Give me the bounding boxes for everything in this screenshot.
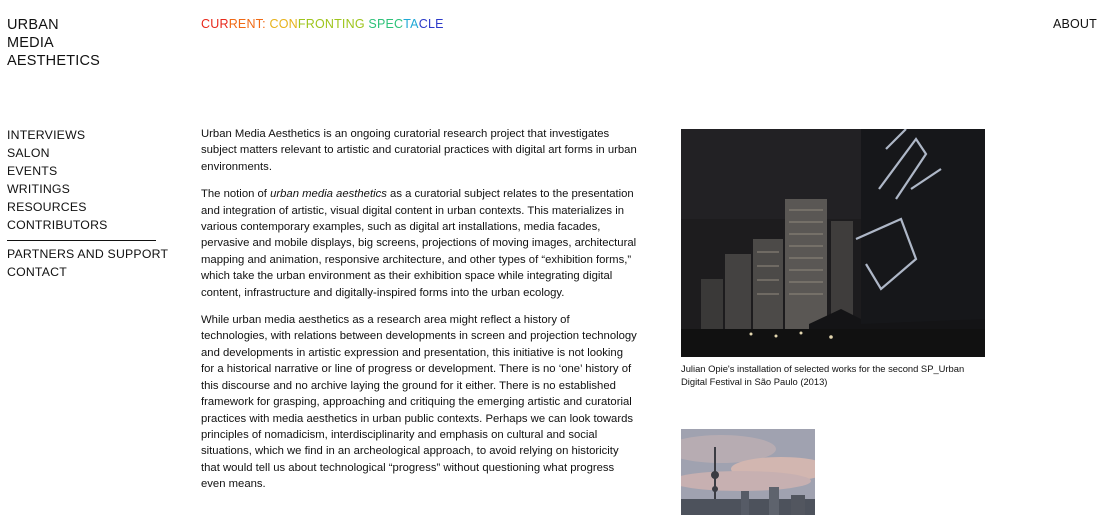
logo-line-3: AESTHETICS — [7, 53, 101, 69]
nav-item-resources[interactable]: RESOURCES — [7, 198, 157, 216]
current-link-segment: CUR — [201, 17, 229, 31]
logo-line-1: URBAN — [7, 17, 59, 33]
nav-item-events[interactable]: EVENTS — [7, 162, 157, 180]
about-link[interactable]: ABOUT — [1053, 17, 1097, 31]
nav-item-interviews[interactable]: INTERVIEWS — [7, 126, 157, 144]
intro-paragraph: Urban Media Aesthetics is an ongoing cur… — [201, 128, 637, 173]
main-content: Urban Media Aesthetics is an ongoing cur… — [201, 126, 637, 504]
current-link-segment: RENT: — [228, 17, 270, 31]
logo-line-2: MEDIA — [7, 35, 54, 51]
current-link-segment: FRONTING — [297, 17, 369, 31]
current-link-segment: SPEC — [368, 17, 404, 31]
photo-caption: Julian Opie's installation of selected w… — [681, 363, 965, 387]
nav-item-partners[interactable]: PARTNERS AND SUPPORT — [7, 245, 168, 263]
history-paragraph: While urban media aesthetics as a resear… — [201, 314, 637, 491]
nav-item-salon[interactable]: SALON — [7, 144, 157, 162]
notion-text-start: The notion of — [201, 188, 271, 201]
notion-paragraph: The notion of urban media aesthetics as … — [201, 186, 637, 301]
sidebar-nav: INTERVIEWS SALON EVENTS WRITINGS RESOURC… — [7, 126, 168, 281]
night-city-illustration — [681, 129, 985, 357]
nav-item-contact[interactable]: CONTACT — [7, 263, 157, 281]
nav-item-contributors[interactable]: CONTRIBUTORS — [7, 216, 157, 234]
skyline-photo[interactable] — [681, 429, 815, 515]
nav-divider — [7, 240, 156, 241]
current-link-segment: CON — [269, 17, 298, 31]
installation-photo[interactable] — [681, 129, 985, 357]
site-logo[interactable]: URBAN MEDIA AESTHETICS — [7, 16, 100, 70]
nav-item-writings[interactable]: WRITINGS — [7, 180, 157, 198]
notion-emphasis: urban media aesthetics — [270, 188, 387, 201]
notion-text-end: as a curatorial subject relates to the p… — [201, 188, 637, 299]
tower-skyline-illustration — [681, 429, 815, 515]
current-exhibition-link[interactable]: CURRENT: CONFRONTING SPECTACLE — [201, 17, 444, 31]
current-link-segment: CLE — [418, 17, 444, 31]
media-column: Julian Opie's installation of selected w… — [681, 129, 986, 515]
current-link-segment: TA — [403, 17, 419, 31]
